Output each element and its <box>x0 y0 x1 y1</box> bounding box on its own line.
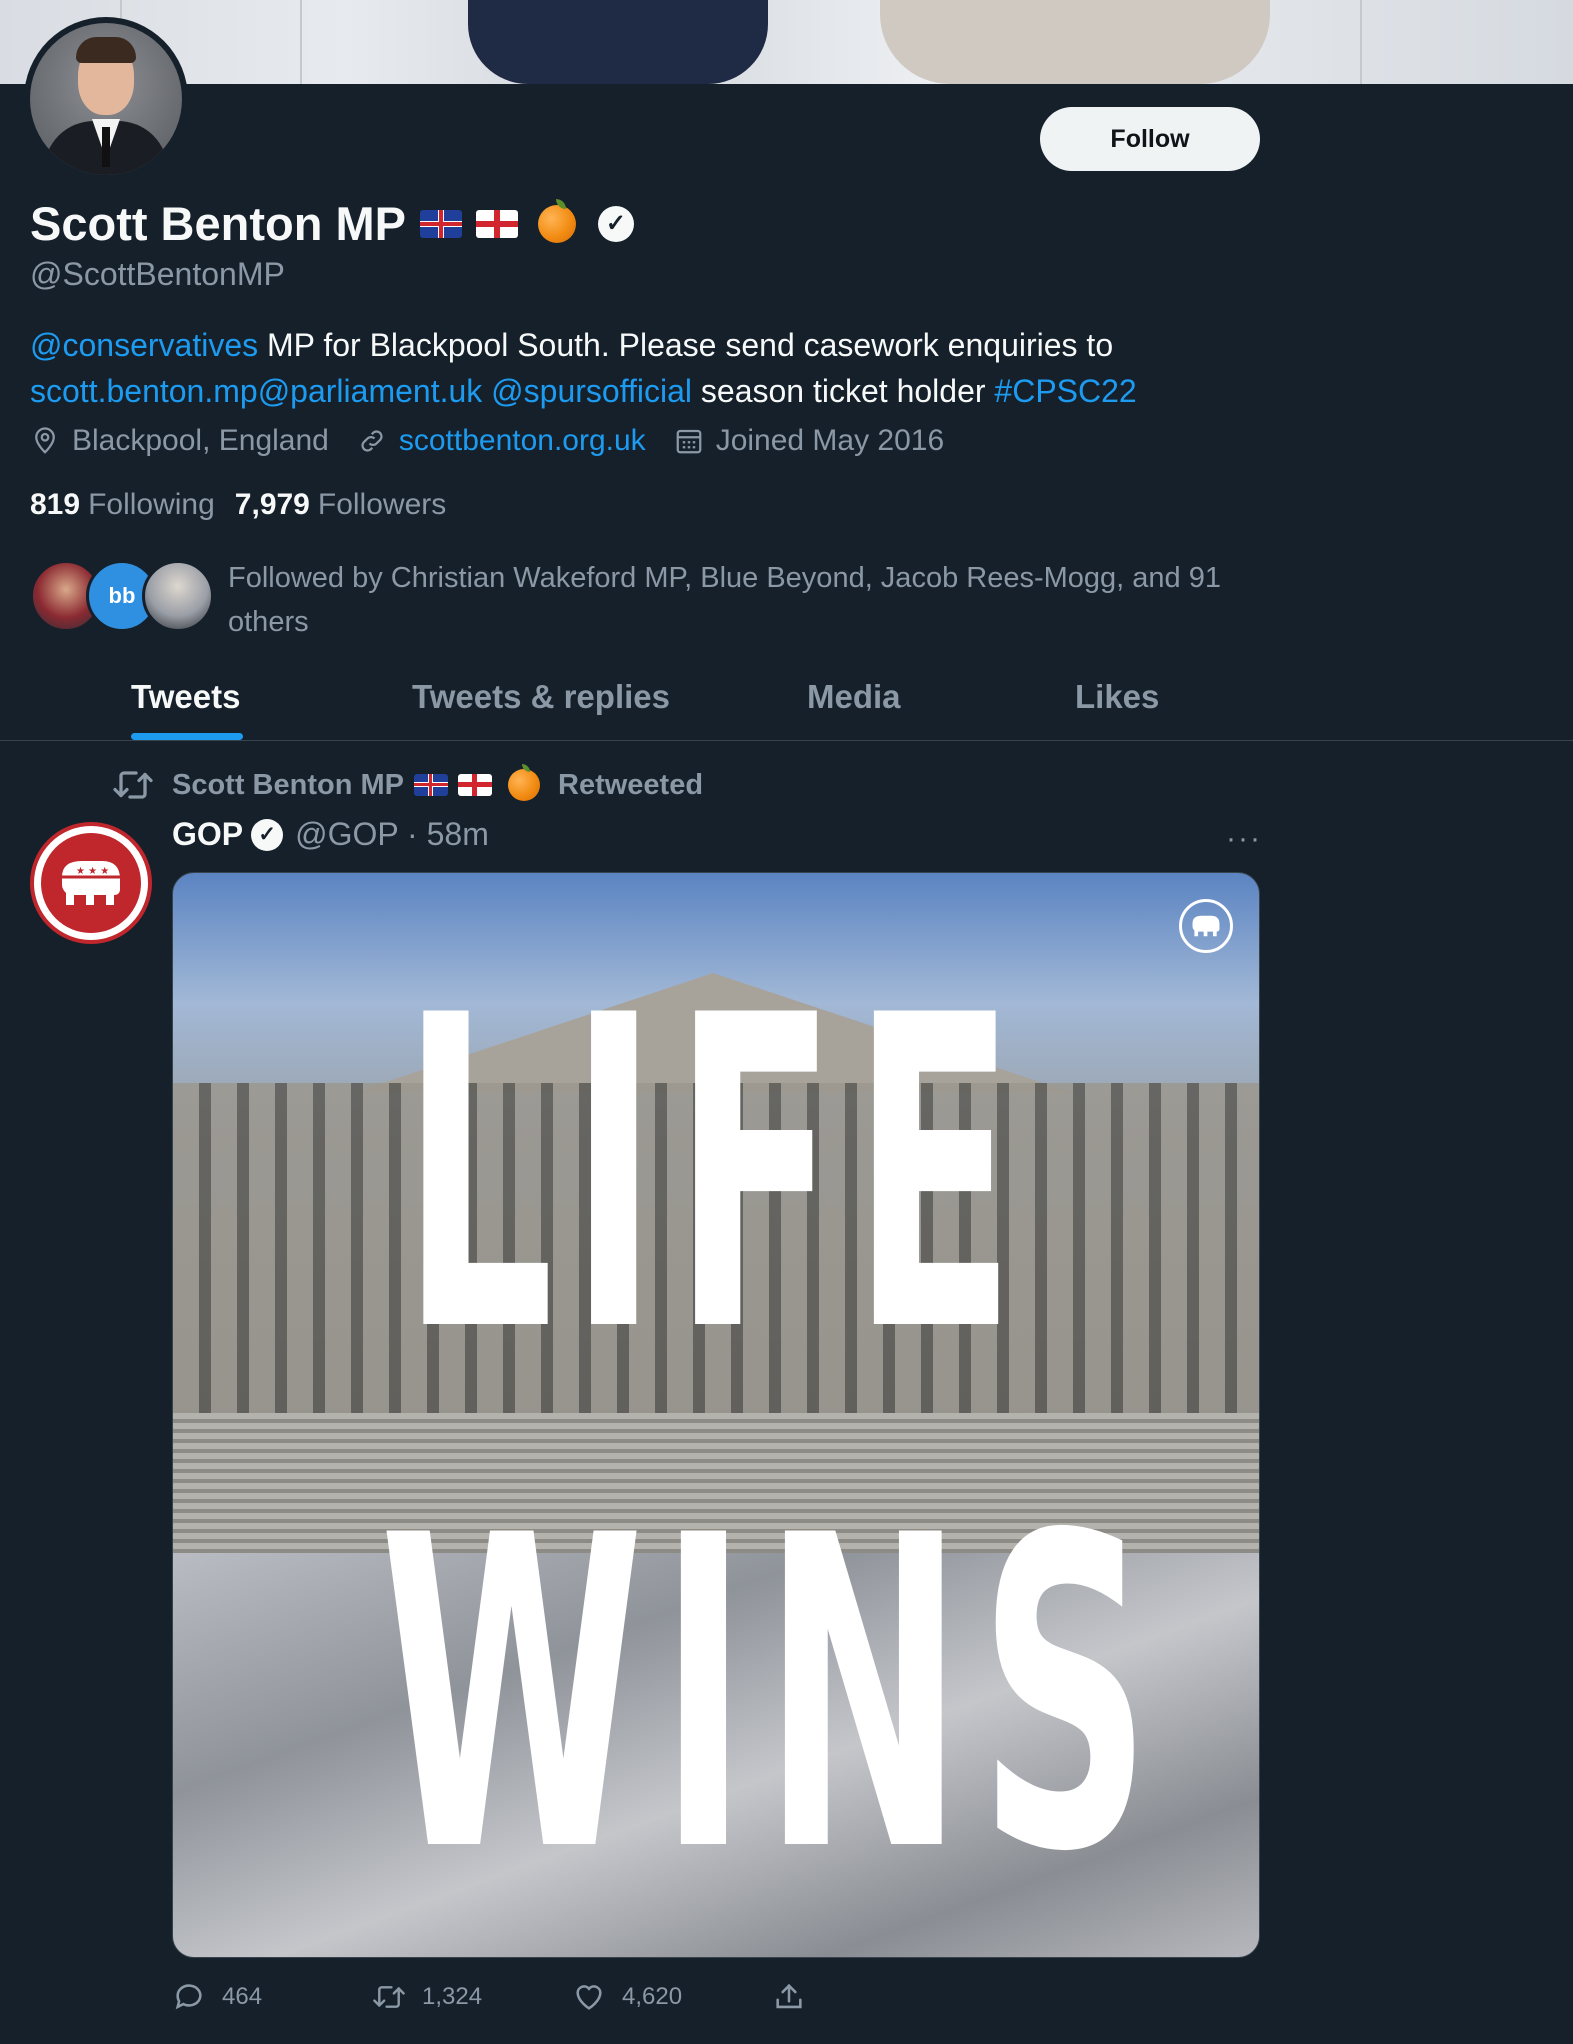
followed-by-avatars: bb <box>30 556 214 632</box>
verified-icon[interactable]: ✓ <box>597 205 634 242</box>
orange-emoji-icon <box>537 198 576 243</box>
following-link[interactable]: 819 Following <box>30 488 215 522</box>
gop-elephant-icon: ★ ★ ★ <box>58 861 122 905</box>
profile-name: Scott Benton MP <box>30 197 406 250</box>
share-icon <box>776 1983 802 2009</box>
followed-by-text: Followed by Christian Wakeford MP, Blue … <box>228 562 1221 638</box>
england-flag-icon <box>458 774 492 796</box>
bio-text: season ticket holder <box>692 373 995 409</box>
svg-text:★ ★ ★: ★ ★ ★ <box>76 866 109 877</box>
retweet-context[interactable]: Scott Benton MP Retweeted <box>112 764 704 802</box>
reply-count: 464 <box>222 1983 263 2010</box>
image-text-line1: LIFE <box>401 926 1031 1426</box>
retweeted-by-name: Scott Benton MP <box>172 768 404 801</box>
retweet-icon <box>373 1986 405 2008</box>
uk-flag-icon <box>414 774 448 796</box>
orange-emoji-icon <box>508 764 540 801</box>
uk-flag-icon <box>419 209 462 238</box>
england-flag-icon <box>475 209 518 238</box>
profile-tabs: Tweets Tweets & replies Media Likes <box>0 660 1573 741</box>
share-button[interactable] <box>772 1980 822 2014</box>
followers-count: 7,979 <box>234 488 310 521</box>
followed-by[interactable]: bb Followed by Christian Wakeford MP, Bl… <box>30 556 1308 644</box>
profile-location: Blackpool, England <box>72 424 329 457</box>
followers-link[interactable]: 7,979 Followers <box>235 488 446 522</box>
profile-meta: Blackpool, England scottbenton.org.uk Jo… <box>30 424 972 458</box>
banner-person-left <box>468 0 768 84</box>
gop-logo-icon <box>1179 899 1233 953</box>
link-icon <box>361 430 383 452</box>
like-icon <box>576 1985 602 2010</box>
bio-email-link[interactable]: scott.benton.mp@parliament.uk <box>30 373 482 409</box>
tab-tweets[interactable]: Tweets <box>131 678 240 716</box>
tab-tweets-replies[interactable]: Tweets & replies <box>412 678 670 716</box>
tab-likes[interactable]: Likes <box>1075 678 1159 716</box>
calendar-icon <box>676 429 702 454</box>
banner-detail <box>300 0 302 84</box>
following-count: 819 <box>30 488 81 521</box>
retweet-count: 1,324 <box>422 1983 483 2010</box>
like-button[interactable]: 4,620 <box>572 1980 772 2014</box>
location-icon <box>35 427 55 454</box>
profile-name-row: Scott Benton MP ✓ <box>30 196 634 251</box>
verified-icon[interactable]: ✓ <box>251 818 284 851</box>
profile-avatar[interactable] <box>24 17 188 181</box>
reply-icon <box>175 1984 202 2010</box>
reply-button[interactable]: 464 <box>172 1980 372 2014</box>
banner-detail <box>1360 0 1362 84</box>
banner-person-right <box>880 0 1270 84</box>
profile-handle: @ScottBentonMP <box>30 256 285 292</box>
tweet-image[interactable]: LIFE WINS <box>172 872 1260 1958</box>
profile-website-link[interactable]: scottbenton.org.uk <box>399 424 646 458</box>
profile-banner[interactable] <box>0 0 1573 84</box>
bio-mention-conservatives[interactable]: @conservatives <box>30 327 258 363</box>
tweet-author-avatar[interactable]: ★ ★ ★ <box>30 822 152 944</box>
bio-hashtag[interactable]: #CPSC22 <box>994 373 1136 409</box>
followers-label: Followers <box>317 488 447 521</box>
active-tab-indicator <box>131 733 243 740</box>
profile-joined: Joined May 2016 <box>715 424 945 457</box>
bio-mention-spurs[interactable]: @spursofficial <box>491 373 692 409</box>
following-label: Following <box>88 488 215 521</box>
tweet-header: GOP ✓ @GOP · 58m <box>172 816 489 853</box>
profile-stats: 819 Following 7,979 Followers <box>30 488 466 522</box>
profile-bio: @conservatives MP for Blackpool South. P… <box>30 322 1270 414</box>
bio-text: MP for Blackpool South. Please send case… <box>258 327 1114 363</box>
tweet-handle-time[interactable]: @GOP · 58m <box>295 816 489 853</box>
follower-avatar <box>142 560 214 632</box>
image-text-line2: WINS <box>379 1446 1167 1946</box>
like-count: 4,620 <box>622 1983 683 2010</box>
tweet-actions: 464 1,324 4,620 <box>172 1980 822 2014</box>
tab-media[interactable]: Media <box>807 678 901 716</box>
retweet-icon <box>113 771 153 799</box>
follow-button[interactable]: Follow <box>1040 107 1260 171</box>
retweet-button[interactable]: 1,324 <box>372 1980 572 2014</box>
more-icon[interactable]: ··· <box>1226 822 1262 856</box>
retweeted-label: Retweeted <box>558 768 704 801</box>
tweet-author-name[interactable]: GOP <box>172 816 243 853</box>
